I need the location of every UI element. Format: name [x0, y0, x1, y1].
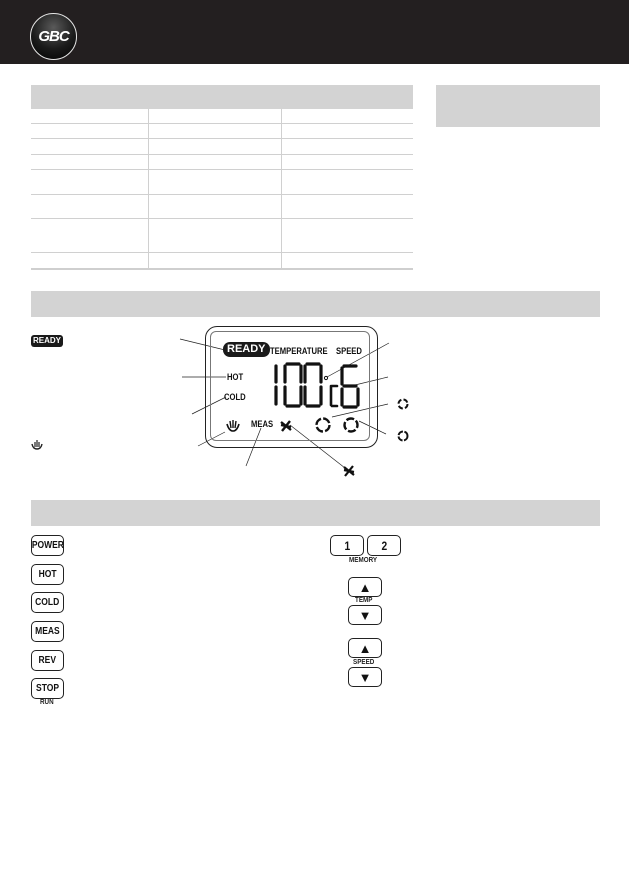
- display-section-heading: [31, 291, 600, 317]
- arrow-up-icon: ▲: [358, 579, 372, 595]
- table-cell: [31, 195, 149, 218]
- dashed-circle-icon: [397, 398, 409, 410]
- table-cell: [31, 109, 149, 123]
- memory-2-key[interactable]: 2: [367, 535, 401, 556]
- speed-down-key[interactable]: ▼: [348, 667, 382, 687]
- table-cell: [282, 170, 413, 194]
- lcd-speed-label: SPEED: [336, 346, 362, 356]
- spec-table-header: [31, 85, 413, 109]
- table-cell: [31, 155, 149, 169]
- stop-run-key[interactable]: STOP: [31, 678, 64, 699]
- hot-key[interactable]: HOT: [31, 564, 64, 585]
- arrow-down-icon: ▼: [358, 669, 372, 685]
- segmented-circle-icon: [397, 430, 409, 442]
- speed-label: SPEED: [353, 659, 375, 666]
- table-cell: [149, 170, 282, 194]
- fan-icon: [343, 465, 355, 477]
- table-row: [31, 170, 413, 195]
- speed-up-key[interactable]: ▲: [348, 638, 382, 658]
- table-cell: [149, 195, 282, 218]
- table-cell: [282, 253, 413, 268]
- memory-2-label: 2: [381, 538, 387, 553]
- table-cell: [282, 219, 413, 252]
- memory-1-key[interactable]: 1: [330, 535, 364, 556]
- power-key[interactable]: POWER: [31, 535, 64, 556]
- lcd-meas-indicator: MEAS: [251, 419, 274, 429]
- table-cell: [149, 124, 282, 138]
- rev-key-label: REV: [38, 655, 57, 666]
- rev-key[interactable]: REV: [31, 650, 64, 671]
- power-key-label: POWER: [31, 540, 64, 551]
- table-cell: [149, 253, 282, 268]
- table-row: [31, 109, 413, 124]
- table-cell: [149, 155, 282, 169]
- table-row: [31, 253, 413, 268]
- table-row: [31, 195, 413, 219]
- run-label: RUN: [40, 699, 54, 706]
- table-row: [31, 155, 413, 170]
- table-cell: [282, 195, 413, 218]
- table-cell: [31, 219, 149, 252]
- stop-key-label: STOP: [35, 683, 59, 694]
- arrow-down-icon: ▼: [358, 607, 372, 623]
- temp-up-key[interactable]: ▲: [348, 577, 382, 597]
- memory-1-label: 1: [344, 538, 350, 553]
- hot-key-label: HOT: [38, 569, 57, 580]
- meas-key-label: MEAS: [35, 626, 60, 637]
- table-cell: [31, 139, 149, 154]
- table-cell: [31, 124, 149, 138]
- table-row: [31, 219, 413, 253]
- gbc-logo: GBC: [30, 13, 77, 60]
- header-bar: GBC: [0, 0, 629, 64]
- cold-key[interactable]: COLD: [31, 592, 64, 613]
- table-cell: [31, 170, 149, 194]
- lcd-hot-indicator: HOT: [227, 372, 244, 382]
- controls-section-heading: [31, 500, 600, 526]
- side-heading-box: [436, 85, 600, 127]
- table-cell: [149, 109, 282, 123]
- temp-label: TEMP: [355, 597, 373, 604]
- lcd-temperature-label: TEMPERATURE: [270, 346, 328, 356]
- table-cell: [282, 124, 413, 138]
- cold-key-label: COLD: [35, 597, 60, 608]
- table-cell: [31, 253, 149, 268]
- table-row: [31, 124, 413, 139]
- meas-key[interactable]: MEAS: [31, 621, 64, 642]
- table-cell: [149, 139, 282, 154]
- table-cell: [149, 219, 282, 252]
- ready-badge-icon: READY: [31, 335, 64, 347]
- temp-down-key[interactable]: ▼: [348, 605, 382, 625]
- table-cell: [282, 155, 413, 169]
- arrow-up-icon: ▲: [358, 640, 372, 656]
- brand-text: GBC: [38, 28, 69, 45]
- table-cell: [282, 109, 413, 123]
- memory-label: MEMORY: [349, 557, 378, 564]
- spec-table: [31, 85, 413, 270]
- table-cell: [282, 139, 413, 154]
- lcd-cold-indicator: COLD: [224, 392, 246, 402]
- heater-icon: [31, 440, 43, 450]
- table-row: [31, 139, 413, 155]
- lcd-ready-indicator: READY: [223, 342, 270, 357]
